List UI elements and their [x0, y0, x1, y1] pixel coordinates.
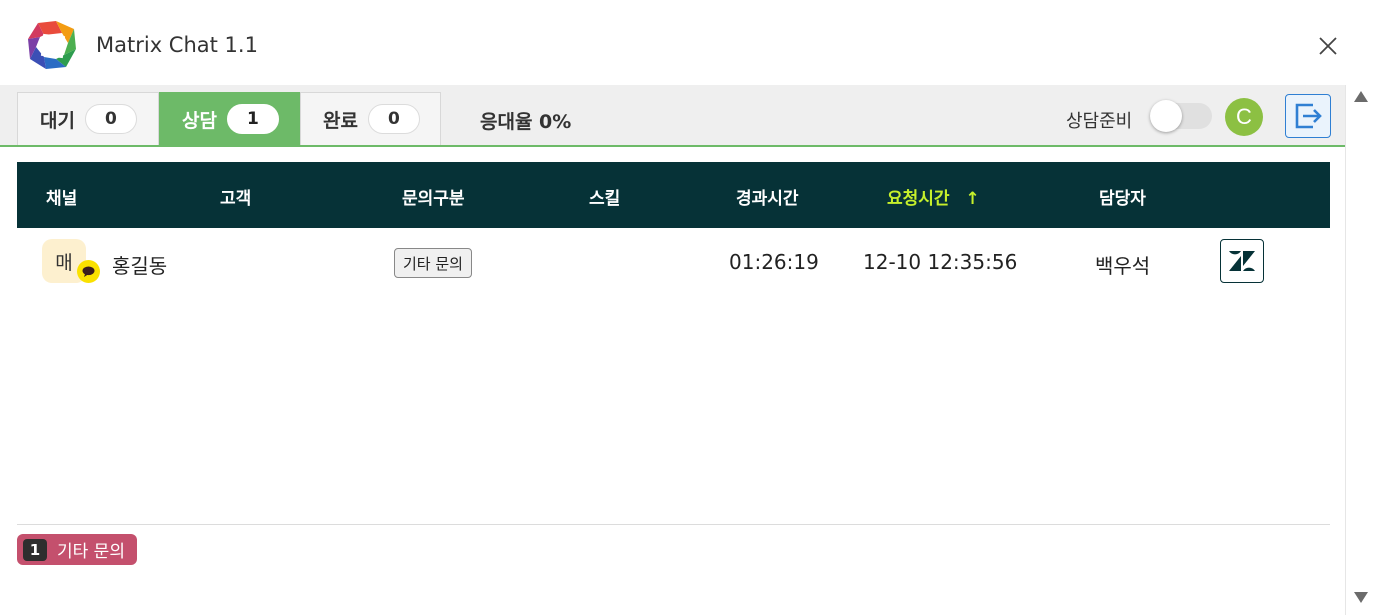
category-tag: 기타 문의 — [394, 248, 472, 278]
scroll-down-arrow-icon[interactable] — [1354, 592, 1368, 603]
column-header-agent[interactable]: 담당자 — [1099, 184, 1146, 209]
column-header-customer[interactable]: 고객 — [220, 184, 251, 209]
summary-label: 기타 문의 — [57, 542, 125, 562]
column-header-elapsed[interactable]: 경과시간 — [736, 184, 799, 209]
app-title: Matrix Chat 1.1 — [96, 33, 258, 57]
zendesk-icon — [1229, 251, 1255, 271]
status-toolbar: 대기 0 상담 1 완료 0 응대율 0% 상담준비 C — [0, 85, 1345, 147]
customer-name: 홍길동 — [112, 254, 168, 278]
ready-toggle[interactable] — [1150, 100, 1212, 132]
column-header-requested-label: 요청시간 — [887, 189, 950, 209]
agent-name: 백우석 — [1095, 254, 1151, 278]
tab-label: 대기 — [40, 109, 75, 132]
tab-waiting[interactable]: 대기 0 — [17, 92, 159, 145]
tab-count-badge: 0 — [367, 104, 420, 134]
kakao-chat-icon — [77, 260, 100, 283]
zendesk-button[interactable] — [1220, 239, 1264, 283]
app-logo-icon — [26, 19, 78, 71]
summary-count-badge: 1 — [23, 538, 47, 561]
column-header-skill[interactable]: 스킬 — [589, 184, 620, 209]
vertical-scrollbar[interactable] — [1345, 85, 1375, 615]
response-rate: 응대율 0% — [480, 111, 572, 133]
request-time: 12-10 12:35:56 — [863, 250, 1018, 274]
scroll-up-arrow-icon[interactable] — [1354, 91, 1368, 102]
table-header: 채널 고객 문의구분 스킬 경과시간 요청시간 ↑ 담당자 — [17, 162, 1330, 228]
column-header-category[interactable]: 문의구분 — [402, 184, 465, 209]
close-button[interactable] — [1312, 30, 1344, 62]
tab-consulting[interactable]: 상담 1 — [159, 92, 300, 145]
tab-label: 상담 — [182, 109, 217, 132]
close-icon — [1319, 37, 1337, 55]
logout-button[interactable] — [1285, 94, 1331, 138]
tab-label: 완료 — [323, 109, 358, 132]
tab-completed[interactable]: 완료 0 — [300, 92, 441, 145]
tab-count-badge: 0 — [84, 104, 137, 134]
footer-divider — [17, 524, 1330, 525]
category-summary-tag[interactable]: 1 기타 문의 — [17, 534, 137, 565]
column-header-channel[interactable]: 채널 — [46, 184, 77, 209]
agent-status-avatar[interactable]: C — [1225, 98, 1263, 136]
sort-ascending-icon: ↑ — [965, 189, 980, 209]
toggle-knob — [1150, 100, 1182, 132]
tab-count-badge: 1 — [226, 104, 279, 134]
ready-label: 상담준비 — [1066, 111, 1133, 132]
elapsed-time: 01:26:19 — [729, 250, 819, 274]
exit-icon — [1295, 103, 1322, 129]
column-header-requested[interactable]: 요청시간 ↑ — [887, 184, 980, 209]
title-bar: Matrix Chat 1.1 — [0, 0, 1345, 85]
table-row[interactable]: 매 홍길동 기타 문의 01:26:19 12-10 12:35:56 백우석 — [17, 228, 1330, 298]
